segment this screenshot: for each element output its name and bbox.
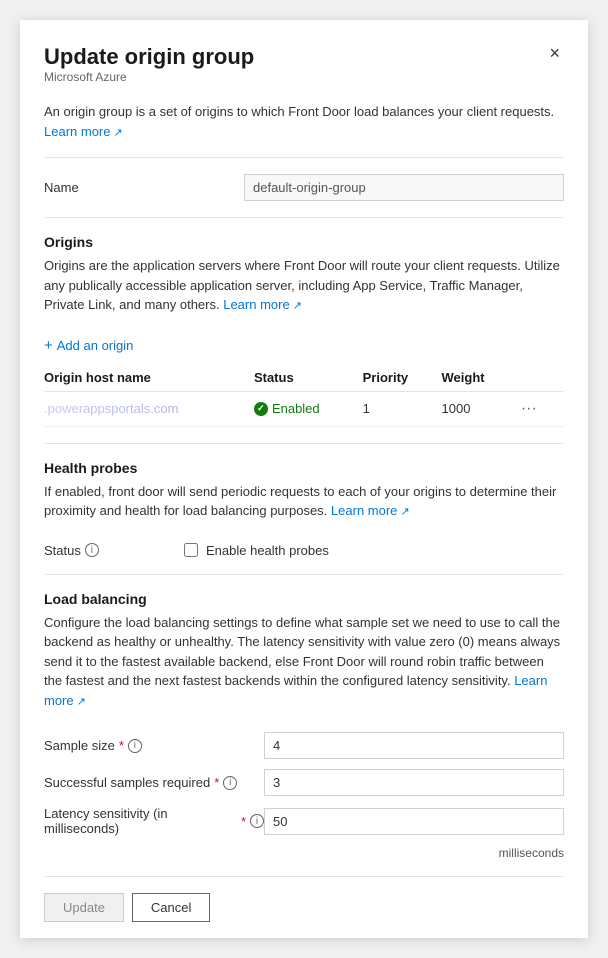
health-learn-more-link[interactable]: Learn more [331, 503, 410, 518]
panel-header: Update origin group Microsoft Azure × [44, 44, 564, 100]
load-balancing-description: Configure the load balancing settings to… [44, 613, 564, 711]
name-input[interactable] [244, 174, 564, 201]
divider-2 [44, 217, 564, 218]
sample-size-required: * [119, 738, 124, 753]
origins-section-title: Origins [44, 234, 564, 250]
origin-host-cell: .powerappsportals.com [44, 391, 254, 426]
origins-table: Origin host name Status Priority Weight … [44, 364, 564, 427]
divider-1 [44, 157, 564, 158]
load-balancing-title: Load balancing [44, 591, 564, 607]
close-button[interactable]: × [545, 44, 564, 62]
col-priority: Priority [363, 364, 442, 392]
name-label: Name [44, 180, 244, 195]
update-origin-group-panel: Update origin group Microsoft Azure × An… [20, 20, 588, 938]
health-probes-description: If enabled, front door will send periodi… [44, 482, 564, 521]
intro-learn-more-link[interactable]: Learn more [44, 124, 123, 139]
milliseconds-note: milliseconds [44, 846, 564, 860]
health-status-row: Status i Enable health probes [44, 543, 564, 558]
sample-size-input[interactable] [264, 732, 564, 759]
origin-priority-cell: 1 [363, 391, 442, 426]
cancel-button[interactable]: Cancel [132, 893, 210, 922]
table-body: .powerappsportals.com Enabled 1 1000 ··· [44, 391, 564, 426]
successful-samples-input[interactable] [264, 769, 564, 796]
successful-samples-info-icon[interactable]: i [223, 776, 237, 790]
intro-description: An origin group is a set of origins to w… [44, 102, 564, 141]
col-weight: Weight [442, 364, 517, 392]
latency-sensitivity-input[interactable] [264, 808, 564, 835]
table-row: .powerappsportals.com Enabled 1 1000 ··· [44, 391, 564, 426]
enable-health-probes-label: Enable health probes [206, 543, 329, 558]
origins-description: Origins are the application servers wher… [44, 256, 564, 315]
latency-sensitivity-row: Latency sensitivity (in milliseconds) * … [44, 806, 564, 836]
col-status: Status [254, 364, 363, 392]
plus-icon: + [44, 337, 53, 354]
col-actions [517, 364, 564, 392]
table-header: Origin host name Status Priority Weight [44, 364, 564, 392]
health-status-info-icon[interactable]: i [85, 543, 99, 557]
latency-info-icon[interactable]: i [250, 814, 264, 828]
sample-size-info-icon[interactable]: i [128, 739, 142, 753]
origins-learn-more-link[interactable]: Learn more [223, 297, 302, 312]
col-host: Origin host name [44, 364, 254, 392]
panel-subtitle: Microsoft Azure [44, 70, 254, 84]
title-block: Update origin group Microsoft Azure [44, 44, 254, 100]
load-balancing-section: Load balancing Configure the load balanc… [44, 591, 564, 861]
successful-samples-row: Successful samples required * i [44, 769, 564, 796]
panel-footer: Update Cancel [44, 876, 564, 938]
origin-weight-cell: 1000 [442, 391, 517, 426]
add-origin-button[interactable]: + Add an origin [44, 337, 133, 354]
sample-size-row: Sample size * i [44, 732, 564, 759]
successful-samples-required: * [214, 775, 219, 790]
update-button[interactable]: Update [44, 893, 124, 922]
sample-size-label: Sample size * i [44, 738, 264, 753]
health-probes-section: Health probes If enabled, front door wil… [44, 460, 564, 558]
more-options-button[interactable]: ··· [517, 400, 541, 418]
origin-status-cell: Enabled [254, 391, 363, 426]
health-probes-title: Health probes [44, 460, 564, 476]
panel-title: Update origin group [44, 44, 254, 70]
divider-4 [44, 574, 564, 575]
status-text: Enabled [272, 401, 320, 416]
origin-actions-cell: ··· [517, 391, 564, 426]
add-origin-label: Add an origin [57, 338, 134, 353]
health-status-label: Status i [44, 543, 184, 558]
latency-required: * [241, 814, 246, 829]
divider-3 [44, 443, 564, 444]
name-row: Name [44, 174, 564, 201]
status-dot-icon [254, 402, 268, 416]
successful-samples-label: Successful samples required * i [44, 775, 264, 790]
enable-health-probes-checkbox[interactable] [184, 543, 198, 557]
latency-sensitivity-label: Latency sensitivity (in milliseconds) * … [44, 806, 264, 836]
health-checkbox-area: Enable health probes [184, 543, 564, 558]
origin-hostname-link[interactable]: .powerappsportals.com [44, 401, 178, 416]
status-enabled-indicator: Enabled [254, 401, 355, 416]
